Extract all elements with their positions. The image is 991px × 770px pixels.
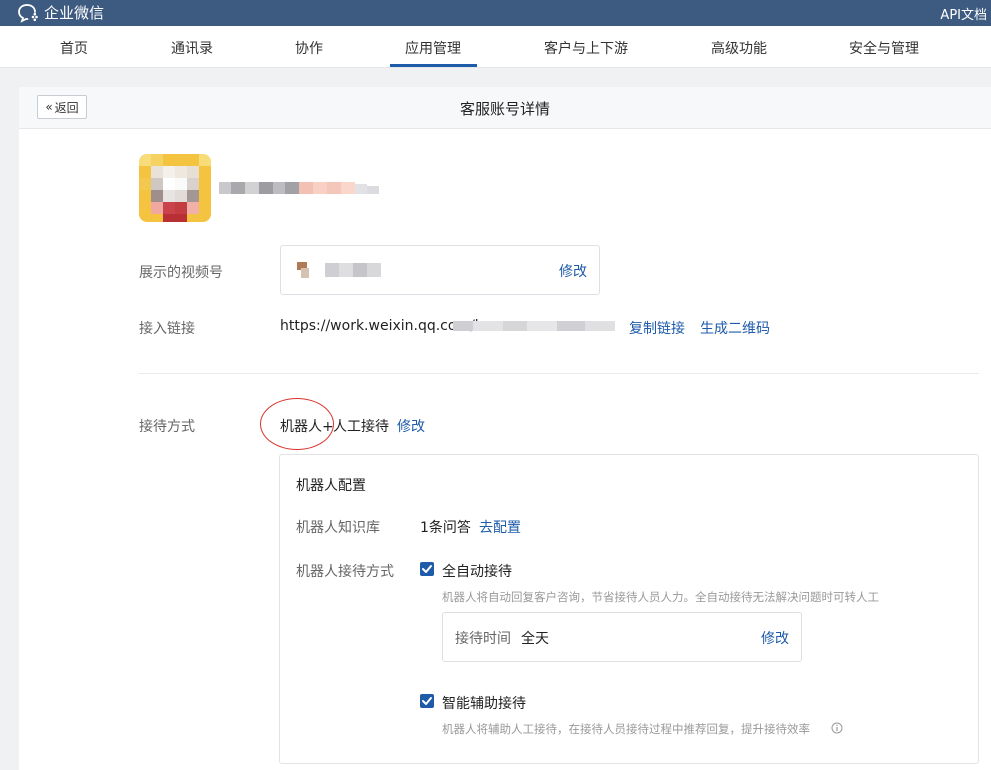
logo[interactable]: 企业微信 <box>18 2 104 23</box>
account-name-blurred <box>219 180 389 196</box>
access-link-blurred <box>453 321 615 331</box>
logo-text: 企业微信 <box>44 4 105 22</box>
nav-security[interactable]: 安全与管理 <box>849 38 919 58</box>
check-icon <box>422 565 432 573</box>
nav-contacts[interactable]: 通讯录 <box>171 38 213 58</box>
reception-time-value: 全天 <box>521 631 549 647</box>
top-bar: 企业微信 API文档 <box>0 0 991 26</box>
video-channel-edit-link[interactable]: 修改 <box>559 261 587 281</box>
video-channel-box: 修改 <box>280 245 600 295</box>
auto-reception-checkbox[interactable] <box>420 562 434 576</box>
annotation-circle <box>260 398 334 450</box>
panel-header: « 返回 客服账号详情 <box>19 87 991 129</box>
nav-active-indicator <box>390 64 477 67</box>
api-doc-link[interactable]: API文档 <box>940 4 987 23</box>
smart-assist-hint: 机器人将辅助人工接待，在接待人员接待过程中推荐回复，提升接待效率 <box>442 722 810 736</box>
nav-app-management[interactable]: 应用管理 <box>405 38 461 58</box>
page-title: 客服账号详情 <box>459 100 550 118</box>
reception-mode-value-human: 人工接待 <box>333 419 389 435</box>
smart-assist-label[interactable]: 智能辅助接待 <box>442 693 526 713</box>
avatar <box>139 154 211 222</box>
auto-reception-hint: 机器人将自动回复客户咨询，节省接待人员人力。全自动接待无法解决问题时可转人工 <box>442 590 879 604</box>
robot-kb-value: 1条问答 <box>420 520 471 536</box>
reception-mode-label: 接待方式 <box>139 419 195 435</box>
reception-time-label: 接待时间 <box>455 631 511 647</box>
wecom-logo-icon <box>18 3 38 23</box>
nav-home[interactable]: 首页 <box>60 38 88 58</box>
section-divider <box>139 373 979 374</box>
main-nav: 首页 通讯录 协作 应用管理 客户与上下游 高级功能 安全与管理 <box>0 26 991 68</box>
robot-mode-label: 机器人接待方式 <box>296 564 394 580</box>
detail-panel: « 返回 客服账号详情 展示的视频号 修改 接入链接 https://work.… <box>19 87 991 770</box>
smart-assist-checkbox[interactable] <box>420 694 434 708</box>
nav-advanced[interactable]: 高级功能 <box>711 38 767 58</box>
nav-customers[interactable]: 客户与上下游 <box>544 38 628 58</box>
robot-kb-config-link[interactable]: 去配置 <box>479 517 521 537</box>
reception-time-box: 接待时间 全天 修改 <box>442 612 802 662</box>
video-channel-blurred <box>297 262 381 278</box>
robot-kb-label: 机器人知识库 <box>296 520 380 536</box>
auto-reception-label[interactable]: 全自动接待 <box>442 561 512 581</box>
video-channel-label: 展示的视频号 <box>139 265 223 281</box>
nav-collaboration[interactable]: 协作 <box>295 38 323 58</box>
reception-time-edit-link[interactable]: 修改 <box>761 628 789 648</box>
robot-config-title: 机器人配置 <box>296 478 366 494</box>
info-icon[interactable] <box>831 722 843 734</box>
check-icon <box>422 697 432 705</box>
copy-link-button[interactable]: 复制链接 <box>629 318 685 338</box>
generate-qr-button[interactable]: 生成二维码 <box>700 318 770 338</box>
reception-mode-edit-link[interactable]: 修改 <box>397 416 425 436</box>
robot-config-box: 机器人配置 机器人知识库 1条问答 去配置 机器人接待方式 全自动接待 机器人将… <box>279 454 979 764</box>
access-link-label: 接入链接 <box>139 321 195 337</box>
